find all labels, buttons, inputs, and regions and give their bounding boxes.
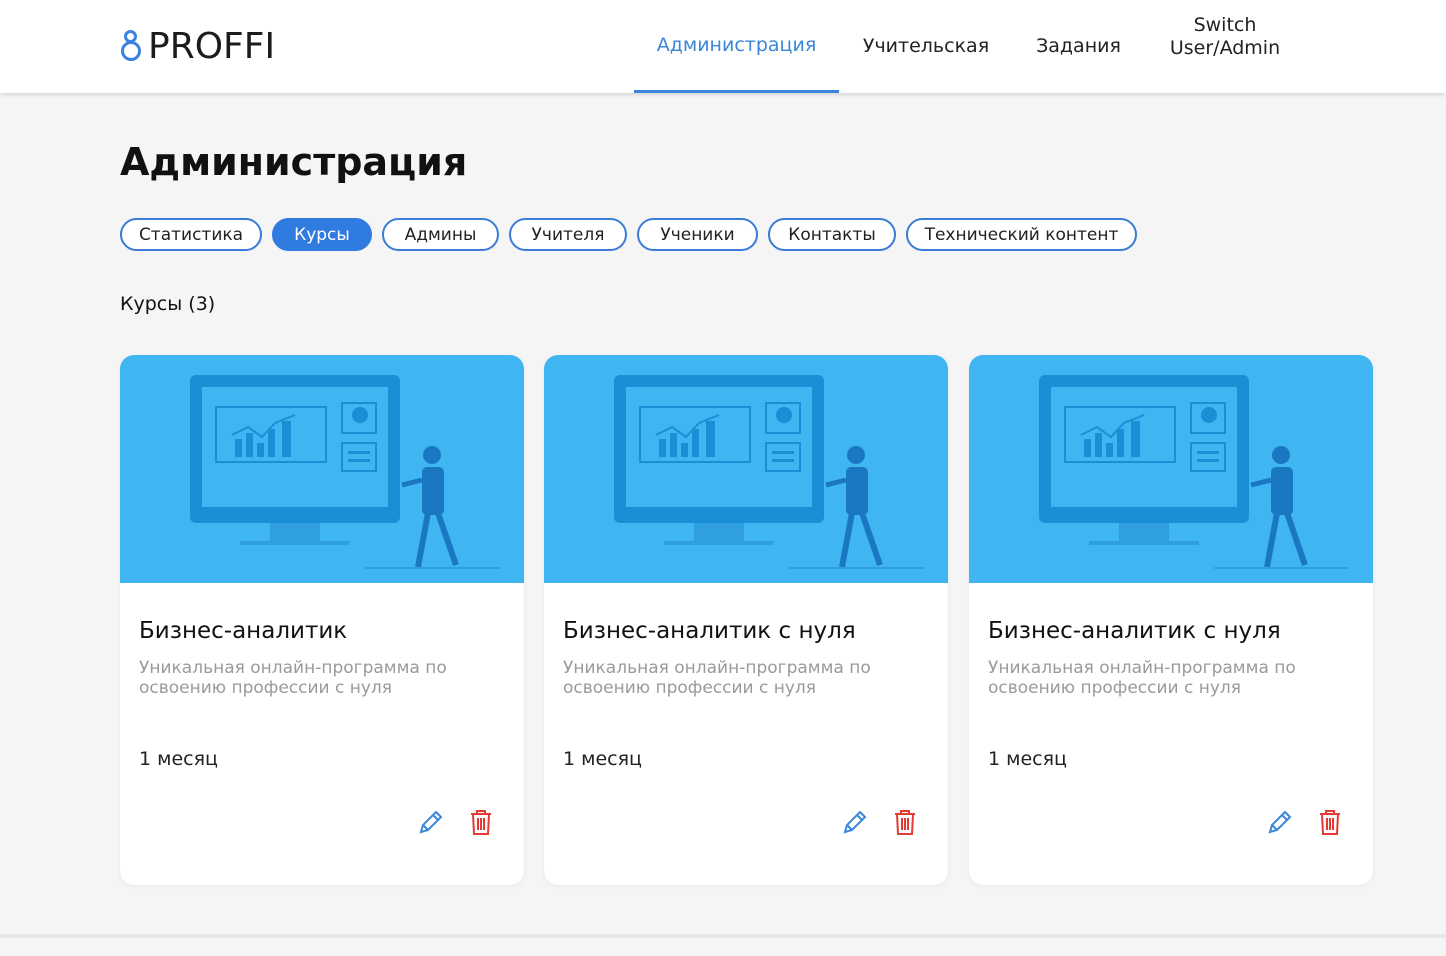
pencil-icon[interactable] [841, 807, 869, 837]
nav-item-administration[interactable]: Администрация [634, 0, 839, 93]
top-header: PROFFI Администрация Учительская Задания… [0, 0, 1446, 93]
page-title: Администрация [120, 140, 468, 184]
pencil-icon[interactable] [417, 807, 445, 837]
course-title: Бизнес-аналитик с нуля [988, 618, 1281, 644]
course-duration: 1 месяц [988, 748, 1067, 770]
presentation-illustration [1039, 375, 1349, 569]
nav-item-label: Switch User/Admin [1169, 14, 1281, 59]
tab-courses[interactable]: Курсы [272, 218, 372, 251]
tab-contacts[interactable]: Контакты [768, 218, 896, 251]
trash-icon[interactable] [1316, 807, 1344, 837]
course-illustration [544, 355, 948, 583]
course-title: Бизнес-аналитик с нуля [563, 618, 856, 644]
tab-technical-content[interactable]: Технический контент [906, 218, 1137, 251]
section-title: Курсы (3) [120, 293, 216, 315]
nav-item-label: Учительская [862, 35, 990, 57]
tab-teachers[interactable]: Учителя [509, 218, 627, 251]
tab-admins[interactable]: Админы [382, 218, 499, 251]
course-illustration [120, 355, 524, 583]
pencil-icon[interactable] [1266, 807, 1294, 837]
course-card[interactable]: Бизнес-аналитик с нуля Уникальная онлайн… [544, 355, 948, 885]
logo-text: PROFFI [148, 25, 276, 67]
trash-icon[interactable] [467, 807, 495, 837]
course-card[interactable]: Бизнес-аналитик Уникальная онлайн-програ… [120, 355, 524, 885]
nav-item-label: Администрация [656, 33, 817, 56]
logo-icon [120, 28, 142, 64]
course-duration: 1 месяц [139, 748, 218, 770]
course-description: Уникальная онлайн-программа по освоению … [139, 658, 447, 698]
course-duration: 1 месяц [563, 748, 642, 770]
course-title: Бизнес-аналитик [139, 618, 348, 644]
course-illustration [969, 355, 1373, 583]
footer-divider [0, 934, 1446, 938]
trash-icon[interactable] [891, 807, 919, 837]
logo[interactable]: PROFFI [120, 25, 276, 67]
tab-statistics[interactable]: Статистика [120, 218, 262, 251]
course-description: Уникальная онлайн-программа по освоению … [563, 658, 871, 698]
presentation-illustration [190, 375, 500, 569]
nav-item-teachers-room[interactable]: Учительская [850, 0, 1002, 93]
course-description: Уникальная онлайн-программа по освоению … [988, 658, 1296, 698]
course-card[interactable]: Бизнес-аналитик с нуля Уникальная онлайн… [969, 355, 1373, 885]
presentation-illustration [614, 375, 924, 569]
nav-item-label: Задания [1036, 35, 1121, 57]
nav-item-switch-user-admin[interactable]: Switch User/Admin [1150, 0, 1300, 93]
tab-students[interactable]: Ученики [637, 218, 758, 251]
nav-item-tasks[interactable]: Задания [1022, 0, 1135, 93]
